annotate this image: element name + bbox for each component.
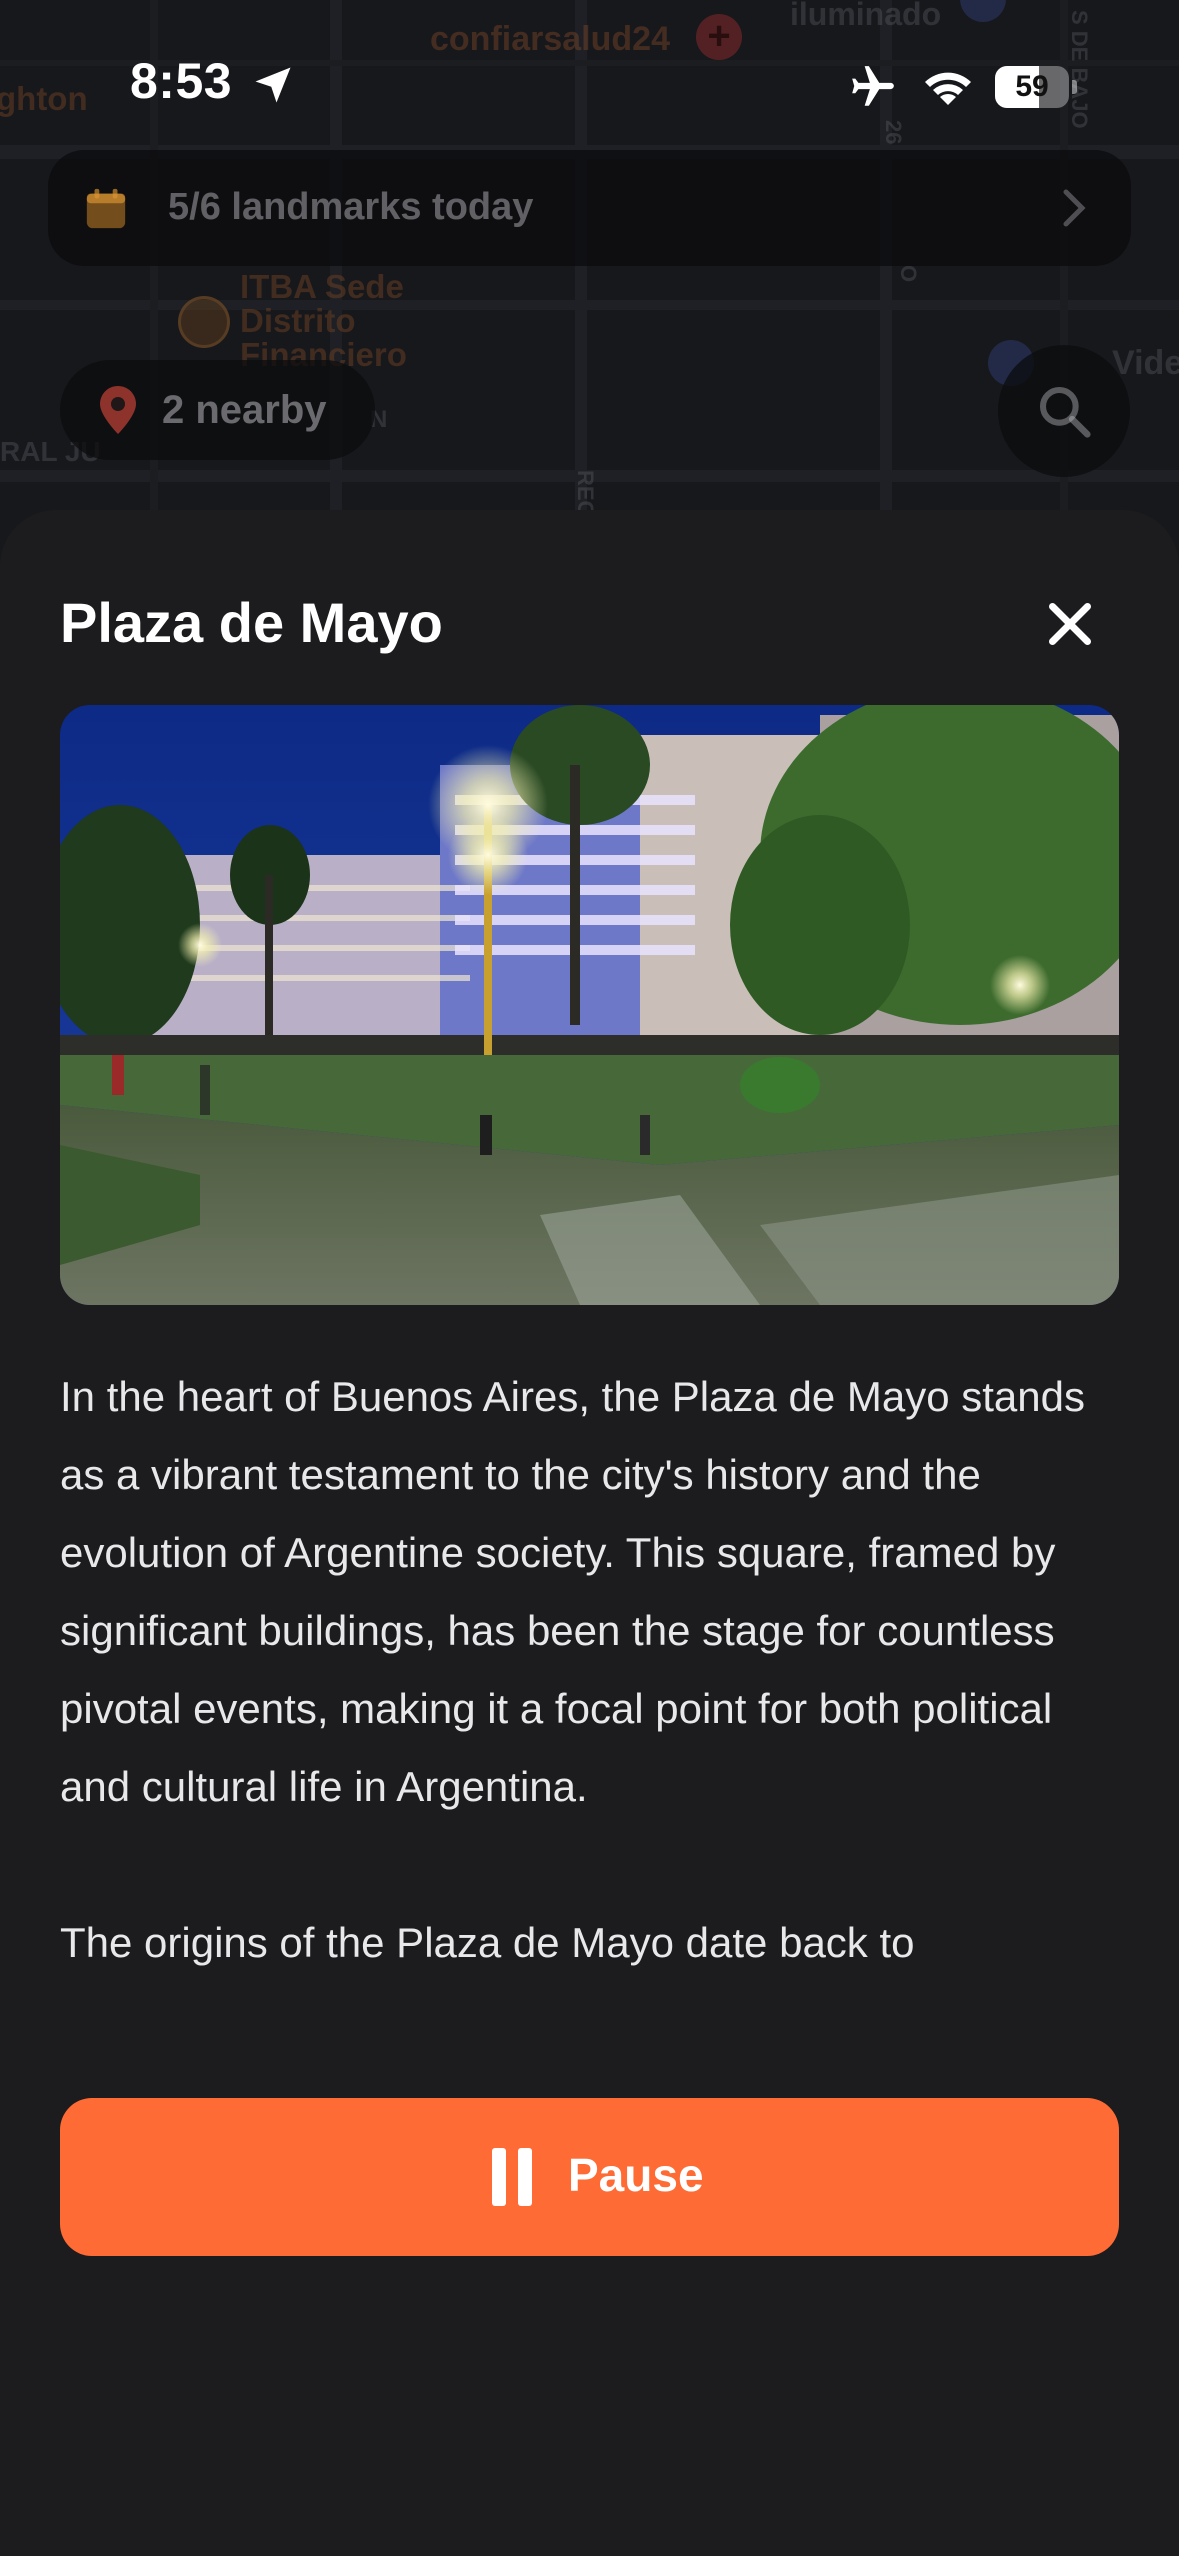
close-icon <box>1049 603 1091 645</box>
description-paragraph: In the heart of Buenos Aires, the Plaza … <box>60 1373 1085 1810</box>
map-pin-icon <box>100 386 136 434</box>
search-icon <box>1039 386 1091 438</box>
nearby-button[interactable]: 2 nearby <box>60 360 375 460</box>
battery-label: 59 <box>1015 70 1049 103</box>
pause-label: Pause <box>568 2149 704 2201</box>
landmark-description: In the heart of Buenos Aires, the Plaza … <box>60 1358 1120 2058</box>
chevron-right-icon <box>1063 189 1086 227</box>
landmark-title: Plaza de Mayo <box>60 591 443 654</box>
landmarks-today-banner[interactable]: 5/6 landmarks today <box>48 150 1131 266</box>
wifi-icon <box>925 72 971 105</box>
description-paragraph: The origins of the Plaza de Mayo date ba… <box>60 1919 915 1966</box>
pause-icon <box>492 2148 536 2206</box>
status-time: 8:53 <box>130 53 233 109</box>
search-button[interactable] <box>998 345 1130 477</box>
battery-indicator: 59 <box>995 66 1077 108</box>
plaza-de-mayo-photo <box>60 705 1119 1305</box>
location-arrow-icon <box>255 67 291 103</box>
landmark-photo <box>60 705 1119 1305</box>
pause-button[interactable]: Pause <box>60 2098 1119 2256</box>
screen: confiarsalud24 + iluminado ghton ITBA Se… <box>0 0 1179 2556</box>
status-bar: 8:53 59 <box>0 0 1179 150</box>
landmarks-count-label: 5/6 landmarks today <box>168 186 534 228</box>
close-button[interactable] <box>1040 594 1100 654</box>
calendar-icon <box>86 188 126 229</box>
landmark-detail-sheet: Plaza de Mayo In the heart of Buenos Air… <box>0 510 1179 2556</box>
airplane-mode-icon <box>852 66 894 106</box>
nearby-count-label: 2 nearby <box>162 388 327 432</box>
